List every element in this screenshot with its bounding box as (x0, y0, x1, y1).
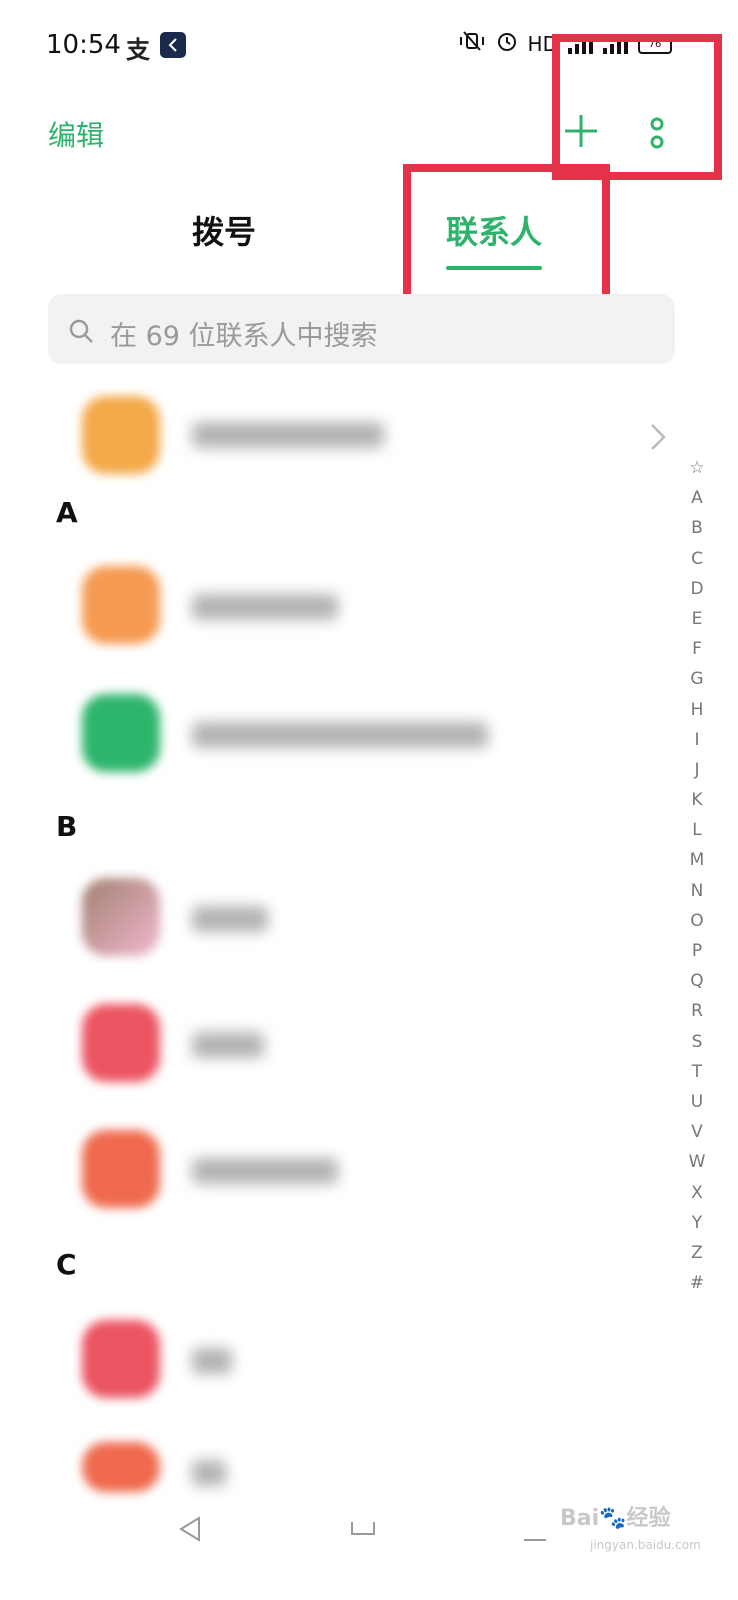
back-nav-icon[interactable] (175, 1514, 205, 1544)
index-letter[interactable]: Z (691, 1238, 703, 1268)
contact-name-blurred (192, 594, 338, 620)
list-item[interactable] (0, 560, 680, 650)
alphabet-index-bar[interactable]: ☆ A B C D E F G H I J K L M N O P Q R S T U V W X Y Z # (682, 453, 712, 1298)
chevron-right-icon[interactable] (648, 422, 668, 452)
avatar (82, 396, 160, 474)
index-letter[interactable]: M (690, 845, 705, 875)
index-letter[interactable]: G (690, 664, 703, 694)
contact-name-blurred (192, 1032, 264, 1058)
home-nav-icon[interactable] (350, 1518, 376, 1538)
index-letter[interactable]: P (692, 936, 702, 966)
index-letter[interactable]: U (691, 1087, 703, 1117)
watermark-url: jingyan.baidu.com (590, 1538, 701, 1552)
alarm-icon (496, 30, 518, 58)
index-letter[interactable]: S (692, 1027, 703, 1057)
list-item[interactable] (0, 1314, 680, 1404)
index-letter[interactable]: O (690, 906, 703, 936)
contact-name-blurred (192, 1158, 338, 1184)
list-item[interactable] (0, 998, 680, 1088)
index-letter[interactable]: C (691, 544, 703, 574)
avatar (82, 878, 160, 956)
index-letter[interactable]: E (692, 604, 703, 634)
index-letter[interactable]: X (691, 1178, 703, 1208)
highlight-box-contacts-tab (403, 164, 610, 304)
index-letter[interactable]: N (691, 876, 704, 906)
status-time: 10:54 (46, 30, 121, 60)
list-item[interactable] (0, 872, 680, 962)
section-header-c: C (56, 1248, 77, 1281)
index-letter[interactable]: L (692, 815, 701, 845)
highlight-box-actions (552, 34, 722, 180)
avatar (82, 1442, 160, 1492)
index-letter[interactable]: Q (690, 966, 703, 996)
index-letter[interactable]: A (691, 483, 703, 513)
contact-name-blurred (192, 906, 268, 932)
index-letter[interactable]: D (690, 574, 703, 604)
contact-name-blurred (192, 422, 384, 448)
index-letter[interactable]: ☆ (689, 453, 704, 483)
index-letter[interactable]: F (692, 634, 702, 664)
contact-name-blurred (192, 1348, 232, 1374)
list-item[interactable] (0, 688, 680, 778)
index-letter[interactable]: V (691, 1117, 703, 1147)
list-item[interactable] (0, 1124, 680, 1214)
index-letter[interactable]: # (690, 1268, 704, 1298)
watermark-logo: Bai🐾经验 (560, 1506, 671, 1531)
list-item[interactable] (0, 390, 680, 480)
avatar (82, 1320, 160, 1398)
avatar (82, 1130, 160, 1208)
vibrate-mute-icon (458, 30, 486, 58)
index-letter[interactable]: H (691, 695, 704, 725)
search-icon (68, 318, 94, 344)
index-letter[interactable]: W (689, 1147, 706, 1177)
index-letter[interactable]: J (694, 755, 699, 785)
list-item[interactable] (0, 1436, 680, 1496)
section-header-b: B (56, 810, 78, 843)
index-letter[interactable]: K (691, 785, 702, 815)
contact-name-blurred (192, 722, 488, 748)
index-letter[interactable]: T (692, 1057, 702, 1087)
index-letter[interactable]: R (691, 996, 703, 1026)
alipay-icon: 支 (126, 36, 150, 64)
index-letter[interactable]: Y (692, 1208, 702, 1238)
edit-button[interactable]: 编辑 (48, 114, 104, 154)
contact-name-blurred (192, 1460, 226, 1486)
search-placeholder: 在 69 位联系人中搜索 (110, 321, 378, 352)
menu-nav-icon[interactable] (522, 1520, 548, 1542)
index-letter[interactable]: B (691, 513, 703, 543)
index-letter[interactable]: I (694, 725, 699, 755)
tab-dial[interactable]: 拨号 (192, 207, 256, 253)
avatar (82, 694, 160, 772)
avatar (82, 566, 160, 644)
avatar (82, 1004, 160, 1082)
section-header-a: A (56, 496, 78, 529)
app-badge-icon (160, 32, 186, 58)
